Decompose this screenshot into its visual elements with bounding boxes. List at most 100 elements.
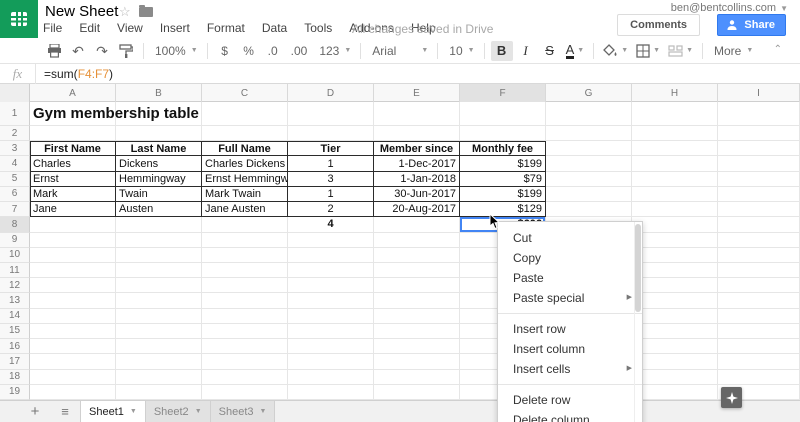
row-header-12[interactable]: 12 [0, 278, 30, 294]
cell-A19[interactable] [30, 384, 116, 400]
sheet-tab-sheet2[interactable]: Sheet2 ▼ [145, 401, 211, 422]
context-menu-item-paste-special[interactable]: Paste special ▶ [498, 288, 642, 308]
cell-C4[interactable]: Charles Dickens [202, 156, 288, 172]
cell-C15[interactable] [202, 323, 288, 340]
row-header-9[interactable]: 9 [0, 232, 30, 248]
column-header-H[interactable]: H [632, 84, 718, 102]
cell-D16[interactable] [288, 339, 374, 355]
cell-E14[interactable] [374, 308, 460, 324]
row-header-14[interactable]: 14 [0, 308, 30, 324]
cell-C1[interactable] [202, 102, 288, 126]
document-title[interactable]: New Sheet [45, 3, 118, 20]
borders-icon[interactable]: ▼ [633, 41, 663, 61]
italic-button[interactable]: I [515, 41, 537, 61]
row-header-11[interactable]: 11 [0, 262, 30, 279]
select-all-corner[interactable] [0, 84, 30, 102]
cell-E1[interactable] [374, 102, 460, 126]
cell-I15[interactable] [718, 323, 800, 340]
cell-H4[interactable] [632, 156, 718, 172]
zoom-select[interactable]: 100% ▼ [150, 41, 201, 61]
cell-B9[interactable] [116, 232, 202, 248]
row-header-19[interactable]: 19 [0, 384, 30, 400]
cell-C14[interactable] [202, 308, 288, 324]
sheet-tab-caret-icon[interactable]: ▼ [195, 408, 202, 415]
cell-D1[interactable] [288, 102, 374, 126]
cell-C9[interactable] [202, 232, 288, 248]
cell-A15[interactable] [30, 323, 116, 340]
cell-D6[interactable]: 1 [288, 186, 374, 203]
cell-E13[interactable] [374, 293, 460, 309]
cell-A9[interactable] [30, 232, 116, 248]
cell-F2[interactable] [460, 126, 546, 142]
cell-F7[interactable]: $129 [460, 202, 546, 218]
cell-G1[interactable] [546, 102, 632, 126]
sheets-logo-icon[interactable] [0, 0, 38, 38]
cell-E9[interactable] [374, 232, 460, 248]
cell-D18[interactable] [288, 369, 374, 385]
cell-D13[interactable] [288, 293, 374, 309]
cell-C8[interactable] [202, 217, 288, 233]
cell-I4[interactable] [718, 156, 800, 172]
cell-B11[interactable] [116, 262, 202, 279]
more-button[interactable]: More ▼ [709, 41, 756, 61]
cell-B8[interactable] [116, 217, 202, 233]
format-currency-button[interactable]: $ [214, 41, 236, 61]
sheet-tab-sheet3[interactable]: Sheet3 ▼ [210, 401, 276, 422]
cell-B4[interactable]: Dickens [116, 156, 202, 172]
cell-H19[interactable] [632, 384, 718, 400]
cell-A5[interactable]: Ernst [30, 171, 116, 187]
paint-format-icon[interactable] [115, 41, 137, 61]
cell-B15[interactable] [116, 323, 202, 340]
menu-file[interactable]: File [43, 21, 62, 35]
column-header-B[interactable]: B [116, 84, 202, 102]
folder-icon[interactable] [139, 5, 153, 17]
cell-A18[interactable] [30, 369, 116, 385]
context-menu-item-copy[interactable]: Copy [498, 248, 642, 268]
cell-E8[interactable] [374, 217, 460, 233]
share-button[interactable]: Share [717, 14, 786, 36]
cell-H3[interactable] [632, 141, 718, 157]
context-menu-item-delete-column[interactable]: Delete column [498, 410, 642, 422]
cell-D11[interactable] [288, 262, 374, 279]
column-header-D[interactable]: D [288, 84, 374, 102]
context-menu-item-insert-cells[interactable]: Insert cells ▶ [498, 359, 642, 379]
cell-G3[interactable] [546, 141, 632, 157]
cell-I13[interactable] [718, 293, 800, 309]
cell-D12[interactable] [288, 278, 374, 294]
font-size-select[interactable]: 10 ▼ [444, 41, 477, 61]
cell-C2[interactable] [202, 126, 288, 142]
cell-C13[interactable] [202, 293, 288, 309]
cell-H14[interactable] [632, 308, 718, 324]
cell-A17[interactable] [30, 354, 116, 370]
cell-C17[interactable] [202, 354, 288, 370]
cell-H6[interactable] [632, 186, 718, 203]
cell-C5[interactable]: Ernst Hemmingway [202, 171, 288, 187]
column-header-I[interactable]: I [718, 84, 800, 102]
cell-D17[interactable] [288, 354, 374, 370]
cell-G2[interactable] [546, 126, 632, 142]
scrollbar-thumb[interactable] [635, 224, 641, 312]
cell-A14[interactable] [30, 308, 116, 324]
sheet-tab-caret-icon[interactable]: ▼ [260, 408, 267, 415]
cell-A4[interactable]: Charles [30, 156, 116, 172]
formula-input[interactable]: =sum(F4:F7) [36, 67, 800, 81]
row-header-18[interactable]: 18 [0, 369, 30, 385]
context-menu-item-insert-column[interactable]: Insert column [498, 339, 642, 359]
cell-D4[interactable]: 1 [288, 156, 374, 172]
row-header-3[interactable]: 3 [0, 141, 30, 157]
comments-button[interactable]: Comments [617, 14, 700, 36]
cell-D10[interactable] [288, 247, 374, 263]
cell-C19[interactable] [202, 384, 288, 400]
cell-H7[interactable] [632, 202, 718, 218]
cell-H2[interactable] [632, 126, 718, 142]
cell-A13[interactable] [30, 293, 116, 309]
cell-A3[interactable]: First Name [30, 141, 116, 157]
cell-F5[interactable]: $79 [460, 171, 546, 187]
cell-A6[interactable]: Mark [30, 186, 116, 203]
cell-B18[interactable] [116, 369, 202, 385]
row-header-1[interactable]: 1 [0, 102, 30, 126]
redo-icon[interactable]: ↷ [91, 41, 113, 61]
increase-decimals-button[interactable]: .00 [286, 41, 313, 61]
cell-E6[interactable]: 30-Jun-2017 [374, 186, 460, 203]
cell-D14[interactable] [288, 308, 374, 324]
